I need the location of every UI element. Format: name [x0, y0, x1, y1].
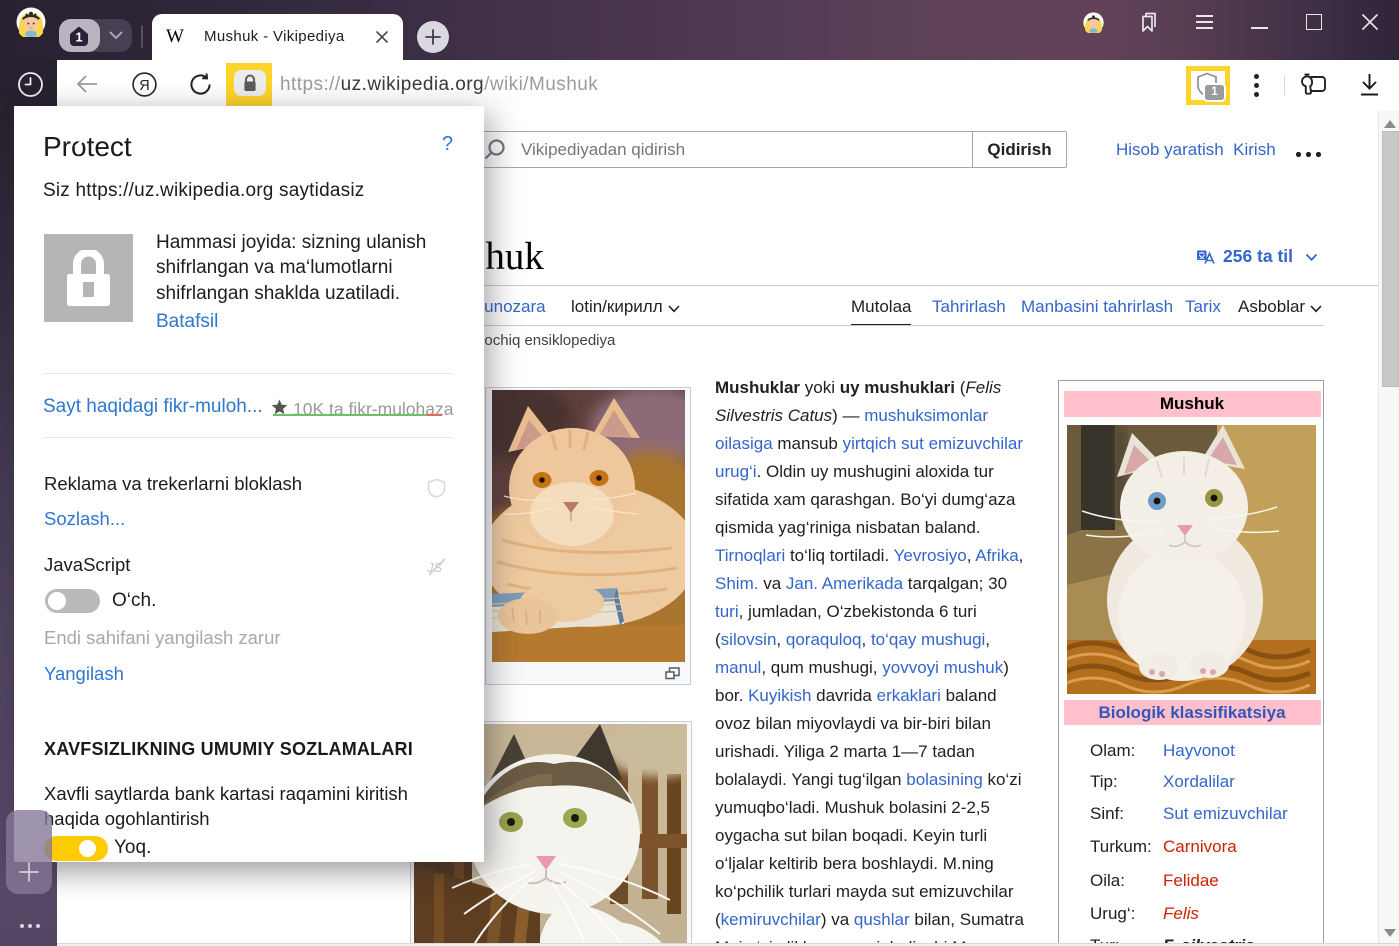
svg-text:JS: JS — [426, 560, 443, 575]
svg-text:1: 1 — [75, 30, 82, 45]
svg-text:Я: Я — [139, 78, 149, 94]
